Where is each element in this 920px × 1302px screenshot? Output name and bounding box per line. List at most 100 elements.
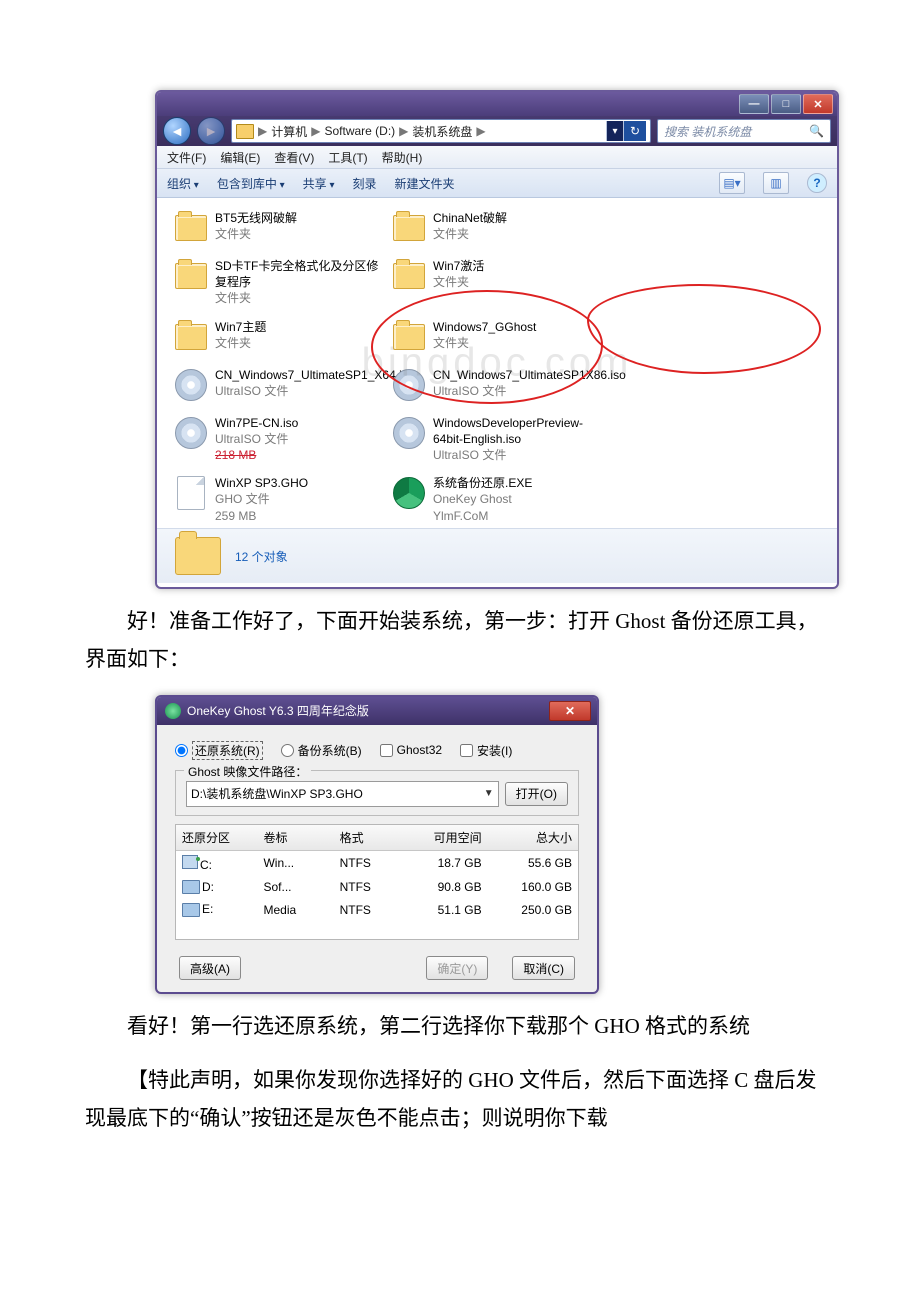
folder-icon (391, 258, 427, 294)
col-format: 格式 (334, 825, 401, 850)
forward-button[interactable]: ► (197, 117, 225, 145)
help-button[interactable]: ? (807, 173, 827, 193)
file-name: Windows7_GGhost (433, 319, 536, 335)
path-legend: Ghost 映像文件路径： (184, 763, 311, 780)
file-item[interactable]: CN_Windows7_UltimateSP1_X64.isoUltraISO … (171, 365, 389, 405)
cancel-button[interactable]: 取消(C) (512, 956, 575, 980)
cell-free: 51.1 GB (401, 899, 488, 921)
file-item[interactable]: SD卡TF卡完全格式化及分区修复程序文件夹 (171, 256, 389, 309)
minimize-button[interactable]: — (739, 94, 769, 114)
refresh-button[interactable]: ↻ (623, 121, 646, 141)
address-dropdown[interactable]: ▾ (606, 121, 623, 141)
include-button[interactable]: 包含到库中 (217, 175, 285, 192)
file-text: WindowsDeveloperPreview-64bit-English.is… (433, 415, 605, 464)
mode-row: 还原系统(R) 备份系统(B) Ghost32 安装(I) (175, 741, 579, 760)
file-text: BT5无线网破解文件夹 (215, 210, 297, 242)
partition-table: 还原分区 卷标 格式 可用空间 总大小 C:Win...NTFS18.7 GB5… (175, 824, 579, 941)
file-item[interactable]: 系统备份还原.EXEOneKey GhostYlmF.CoM (389, 473, 607, 526)
file-name: CN_Windows7_UltimateSP1X86.iso (433, 367, 626, 383)
file-text: Win7主题文件夹 (215, 319, 266, 351)
cell-format: NTFS (334, 899, 401, 921)
file-text: Windows7_GGhost文件夹 (433, 319, 536, 351)
paragraph: 【特此声明，如果你发现你选择好的 GHO 文件后，然后下面选择 C 盘后发现最底… (85, 1062, 835, 1138)
path-value: D:\装机系统盘\WinXP SP3.GHO (191, 785, 363, 802)
organize-button[interactable]: 组织 (167, 175, 199, 192)
address-bar[interactable]: ▶ 计算机 ▶ Software (D:) ▶ 装机系统盘 ▶ ▾ ↻ (231, 119, 651, 143)
file-subtext: 文件夹 (215, 226, 297, 242)
cell-free: 90.8 GB (401, 876, 488, 898)
breadcrumb-item[interactable]: 装机系统盘 (412, 123, 472, 140)
file-icon (173, 475, 209, 511)
file-name: WinXP SP3.GHO (215, 475, 308, 491)
folder-icon (173, 319, 209, 355)
preview-pane-button[interactable]: ▥ (763, 172, 789, 194)
status-text: 12 个对象 (235, 548, 288, 565)
explorer-window: — □ ✕ ◄ ► ▶ 计算机 ▶ Software (D:) ▶ 装机系统盘 … (155, 90, 839, 589)
path-combobox[interactable]: D:\装机系统盘\WinXP SP3.GHO ▼ (186, 781, 499, 807)
open-button[interactable]: 打开(O) (505, 782, 568, 806)
file-name: BT5无线网破解 (215, 210, 297, 226)
file-item[interactable]: Windows7_GGhost文件夹 (389, 317, 607, 357)
folder-icon (236, 124, 254, 139)
menu-help[interactable]: 帮助(H) (382, 149, 423, 166)
install-check[interactable]: 安装(I) (460, 742, 512, 759)
table-row[interactable]: D:Sof...NTFS90.8 GB160.0 GB (176, 876, 578, 899)
file-text: Win7PE-CN.isoUltraISO 文件218 MB (215, 415, 298, 464)
paragraph: 好！准备工作好了，下面开始装系统，第一步：打开 Ghost 备份还原工具，界面如… (85, 603, 835, 679)
file-name: ChinaNet破解 (433, 210, 507, 226)
file-item[interactable]: WindowsDeveloperPreview-64bit-English.is… (389, 413, 607, 466)
close-button[interactable]: ✕ (803, 94, 833, 114)
file-subtext: 218 MB (215, 447, 298, 463)
address-row: ◄ ► ▶ 计算机 ▶ Software (D:) ▶ 装机系统盘 ▶ ▾ ↻ (157, 116, 837, 146)
maximize-button[interactable]: □ (771, 94, 801, 114)
search-placeholder: 搜索 装机系统盘 (664, 123, 751, 140)
ghost32-check[interactable]: Ghost32 (380, 743, 442, 757)
cell-total: 160.0 GB (488, 876, 578, 898)
back-button[interactable]: ◄ (163, 117, 191, 145)
advanced-button[interactable]: 高级(A) (179, 956, 241, 980)
backup-radio[interactable]: 备份系统(B) (281, 742, 362, 759)
col-partition: 还原分区 (176, 825, 257, 850)
file-name: Win7主题 (215, 319, 266, 335)
search-input[interactable]: 搜索 装机系统盘 🔍 (657, 119, 831, 143)
table-row[interactable]: C:Win...NTFS18.7 GB55.6 GB (176, 851, 578, 876)
restore-radio[interactable]: 还原系统(R) (175, 741, 263, 760)
ok-button[interactable]: 确定(Y) (426, 956, 488, 980)
cell-drive: D: (176, 876, 257, 899)
folder-icon (391, 319, 427, 355)
cell-total: 55.6 GB (488, 852, 578, 874)
burn-button[interactable]: 刻录 (352, 175, 376, 192)
file-item[interactable]: Win7激活文件夹 (389, 256, 607, 309)
cell-free: 18.7 GB (401, 852, 488, 874)
menu-tools[interactable]: 工具(T) (328, 149, 367, 166)
file-item[interactable]: CN_Windows7_UltimateSP1X86.isoUltraISO 文… (389, 365, 607, 405)
file-area: bingdoc.com BT5无线网破解文件夹ChinaNet破解文件夹SD卡T… (157, 198, 837, 528)
onekey-ghost-dialog: OneKey Ghost Y6.3 四周年纪念版 ✕ 还原系统(R) 备份系统(… (155, 695, 599, 995)
file-item[interactable]: Win7主题文件夹 (171, 317, 389, 357)
file-item[interactable]: BT5无线网破解文件夹 (171, 208, 389, 248)
close-button[interactable]: ✕ (549, 701, 591, 721)
folder-icon (391, 210, 427, 246)
cell-label: Media (257, 899, 333, 921)
cell-drive: C: (176, 851, 257, 876)
menu-view[interactable]: 查看(V) (274, 149, 314, 166)
menu-edit[interactable]: 编辑(E) (220, 149, 260, 166)
view-button[interactable]: ▤▾ (719, 172, 745, 194)
breadcrumb-item[interactable]: 计算机 (271, 123, 307, 140)
command-bar: 组织 包含到库中 共享 刻录 新建文件夹 ▤▾ ▥ ? (157, 169, 837, 198)
cell-label: Win... (257, 852, 333, 874)
disc-icon (391, 415, 427, 451)
file-item[interactable]: ChinaNet破解文件夹 (389, 208, 607, 248)
menu-file[interactable]: 文件(F) (167, 149, 206, 166)
folder-icon (175, 537, 221, 575)
file-subtext: 文件夹 (433, 226, 507, 242)
file-subtext: GHO 文件 (215, 491, 308, 507)
newfolder-button[interactable]: 新建文件夹 (395, 175, 455, 192)
share-button[interactable]: 共享 (303, 175, 335, 192)
table-row[interactable]: E:MediaNTFS51.1 GB250.0 GB (176, 898, 578, 921)
menu-bar: 文件(F) 编辑(E) 查看(V) 工具(T) 帮助(H) (157, 146, 837, 169)
breadcrumb-item[interactable]: Software (D:) (324, 124, 395, 138)
file-subtext: UltraISO 文件 (215, 431, 298, 447)
file-item[interactable]: Win7PE-CN.isoUltraISO 文件218 MB (171, 413, 389, 466)
file-item[interactable]: WinXP SP3.GHOGHO 文件259 MB (171, 473, 389, 526)
